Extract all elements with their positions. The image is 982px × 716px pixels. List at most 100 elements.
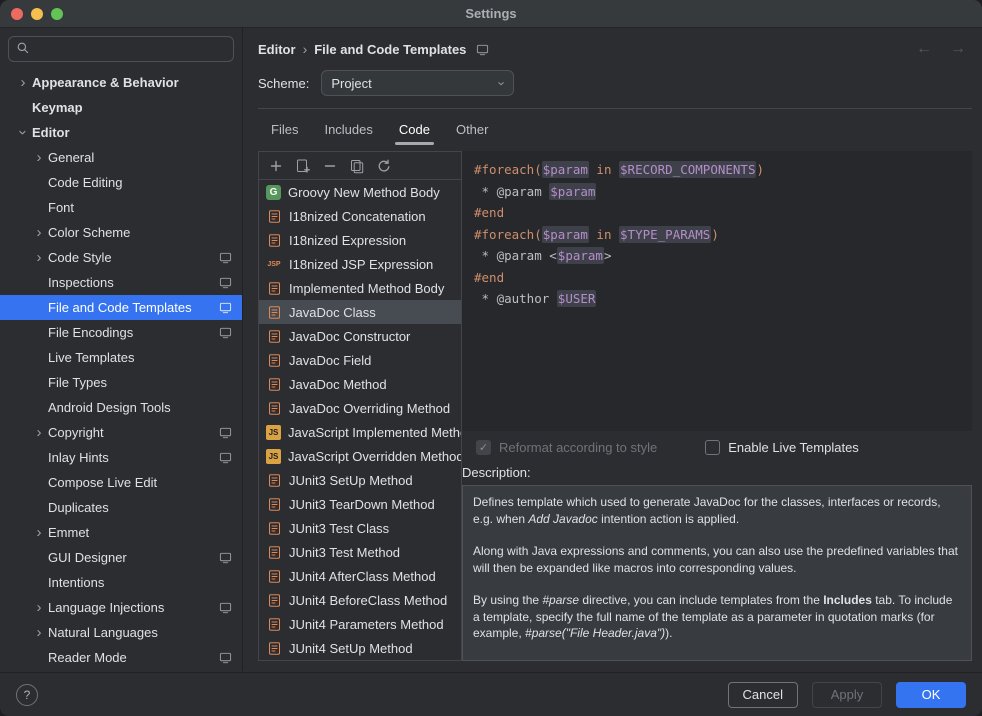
- template-item-label: I18nized JSP Expression: [289, 257, 433, 272]
- reformat-checkbox[interactable]: ✓: [476, 440, 491, 455]
- sidebar-item-live-templates[interactable]: Live Templates: [0, 345, 242, 370]
- template-icon: [266, 352, 282, 368]
- ok-button[interactable]: OK: [896, 682, 966, 708]
- reset-to-default-button[interactable]: [375, 157, 393, 175]
- chevron-down-icon[interactable]: ›: [16, 124, 31, 142]
- template-item-groovy-new-method-body[interactable]: GGroovy New Method Body: [259, 180, 461, 204]
- sidebar-item-intentions[interactable]: Intentions: [0, 570, 242, 595]
- tabs: FilesIncludesCodeOther: [258, 113, 972, 145]
- add-template-button[interactable]: [267, 157, 285, 175]
- close-button[interactable]: [11, 8, 23, 20]
- copy-template-button[interactable]: [348, 157, 366, 175]
- template-item-junit4-parameters-method[interactable]: JUnit4 Parameters Method: [259, 612, 461, 636]
- template-item-i18nized-concatenation[interactable]: I18nized Concatenation: [259, 204, 461, 228]
- template-icon: [266, 520, 282, 536]
- sidebar-item-label: Live Templates: [48, 350, 134, 365]
- chevron-right-icon[interactable]: ›: [30, 600, 48, 615]
- chevron-right-icon[interactable]: ›: [30, 150, 48, 165]
- template-item-implemented-method-body[interactable]: Implemented Method Body: [259, 276, 461, 300]
- sidebar-item-label: Code Style: [48, 250, 112, 265]
- template-item-junit4-beforeclass-method[interactable]: JUnit4 BeforeClass Method: [259, 588, 461, 612]
- tab-other[interactable]: Other: [443, 113, 502, 145]
- template-item-i18nized-jsp-expression[interactable]: JSPI18nized JSP Expression: [259, 252, 461, 276]
- template-icon: [266, 376, 282, 392]
- sidebar-item-general[interactable]: ›General: [0, 145, 242, 170]
- template-item-javadoc-constructor[interactable]: JavaDoc Constructor: [259, 324, 461, 348]
- chevron-right-icon[interactable]: ›: [30, 425, 48, 440]
- sidebar-item-keymap[interactable]: Keymap: [0, 95, 242, 120]
- chevron-right-icon[interactable]: ›: [30, 525, 48, 540]
- sidebar-item-emmet[interactable]: ›Emmet: [0, 520, 242, 545]
- chevron-down-icon: ›: [496, 81, 509, 85]
- sidebar-item-label: Color Scheme: [48, 225, 130, 240]
- template-item-label: JavaScript Overridden Method Body: [288, 449, 461, 464]
- sidebar-item-gui-designer[interactable]: GUI Designer: [0, 545, 242, 570]
- template-item-javascript-overridden-method-body[interactable]: JSJavaScript Overridden Method Body: [259, 444, 461, 468]
- template-item-label: JUnit4 AfterClass Method: [289, 569, 436, 584]
- sidebar-item-label: Intentions: [48, 575, 104, 590]
- window-title: Settings: [0, 6, 982, 21]
- tab-files[interactable]: Files: [258, 113, 311, 145]
- template-item-javadoc-method[interactable]: JavaDoc Method: [259, 372, 461, 396]
- help-button[interactable]: ?: [16, 684, 38, 706]
- sidebar-item-compose-live-edit[interactable]: Compose Live Edit: [0, 470, 242, 495]
- sidebar-item-editor[interactable]: ›Editor: [0, 120, 242, 145]
- description-box[interactable]: Defines template which used to generate …: [462, 485, 972, 661]
- template-item-label: JUnit3 Test Class: [289, 521, 389, 536]
- sidebar-item-code-editing[interactable]: Code Editing: [0, 170, 242, 195]
- sidebar-item-inlay-hints[interactable]: Inlay Hints: [0, 445, 242, 470]
- template-item-javadoc-class[interactable]: JavaDoc Class: [259, 300, 461, 324]
- sidebar-item-file-encodings[interactable]: File Encodings: [0, 320, 242, 345]
- javascript-icon: JS: [266, 425, 281, 440]
- forward-button[interactable]: →: [950, 40, 966, 58]
- settings-content: Editor › File and Code Templates ← → Sch…: [243, 28, 982, 671]
- sidebar-item-android-design-tools[interactable]: Android Design Tools: [0, 395, 242, 420]
- tab-code[interactable]: Code: [386, 113, 443, 145]
- template-item-junit3-test-method[interactable]: JUnit3 Test Method: [259, 540, 461, 564]
- chevron-right-icon[interactable]: ›: [30, 225, 48, 240]
- template-item-label: JUnit4 BeforeClass Method: [289, 593, 447, 608]
- template-item-javadoc-overriding-method[interactable]: JavaDoc Overriding Method: [259, 396, 461, 420]
- monitor-icon: [219, 276, 232, 289]
- scheme-dropdown[interactable]: Project ›: [321, 70, 514, 96]
- template-code-editor[interactable]: #foreach($param in $RECORD_COMPONENTS) *…: [462, 151, 972, 431]
- sidebar-item-file-and-code-templates[interactable]: File and Code Templates: [0, 295, 242, 320]
- template-item-junit4-setup-method[interactable]: JUnit4 SetUp Method: [259, 636, 461, 660]
- template-item-junit3-test-class[interactable]: JUnit3 Test Class: [259, 516, 461, 540]
- enable-live-templates-checkbox[interactable]: [705, 440, 720, 455]
- tab-includes[interactable]: Includes: [311, 113, 385, 145]
- sidebar-item-font[interactable]: Font: [0, 195, 242, 220]
- back-button[interactable]: ←: [916, 40, 932, 58]
- sidebar-item-color-scheme[interactable]: ›Color Scheme: [0, 220, 242, 245]
- sidebar-item-label: Natural Languages: [48, 625, 158, 640]
- template-item-junit3-setup-method[interactable]: JUnit3 SetUp Method: [259, 468, 461, 492]
- add-child-template-button[interactable]: [294, 157, 312, 175]
- template-item-javascript-implemented-method-body[interactable]: JSJavaScript Implemented Method Body: [259, 420, 461, 444]
- sidebar-item-inspections[interactable]: Inspections: [0, 270, 242, 295]
- settings-search-box[interactable]: [8, 36, 234, 62]
- code-line: #end: [474, 267, 960, 289]
- template-item-i18nized-expression[interactable]: I18nized Expression: [259, 228, 461, 252]
- sidebar-item-appearance-behavior[interactable]: ›Appearance & Behavior: [0, 70, 242, 95]
- chevron-right-icon[interactable]: ›: [14, 75, 32, 90]
- apply-button[interactable]: Apply: [812, 682, 882, 708]
- chevron-right-icon[interactable]: ›: [30, 625, 48, 640]
- template-item-junit3-teardown-method[interactable]: JUnit3 TearDown Method: [259, 492, 461, 516]
- code-line: #end: [474, 202, 960, 224]
- sidebar-item-duplicates[interactable]: Duplicates: [0, 495, 242, 520]
- sidebar-item-code-style[interactable]: ›Code Style: [0, 245, 242, 270]
- zoom-button[interactable]: [51, 8, 63, 20]
- sidebar-item-copyright[interactable]: ›Copyright: [0, 420, 242, 445]
- cancel-button[interactable]: Cancel: [728, 682, 798, 708]
- breadcrumb-item-editor: Editor: [258, 42, 296, 57]
- chevron-right-icon[interactable]: ›: [30, 250, 48, 265]
- sidebar-item-file-types[interactable]: File Types: [0, 370, 242, 395]
- remove-template-button[interactable]: [321, 157, 339, 175]
- minimize-button[interactable]: [31, 8, 43, 20]
- template-item-javadoc-field[interactable]: JavaDoc Field: [259, 348, 461, 372]
- search-input[interactable]: [35, 42, 226, 57]
- sidebar-item-natural-languages[interactable]: ›Natural Languages: [0, 620, 242, 645]
- template-item-junit4-afterclass-method[interactable]: JUnit4 AfterClass Method: [259, 564, 461, 588]
- sidebar-item-language-injections[interactable]: ›Language Injections: [0, 595, 242, 620]
- sidebar-item-reader-mode[interactable]: Reader Mode: [0, 645, 242, 670]
